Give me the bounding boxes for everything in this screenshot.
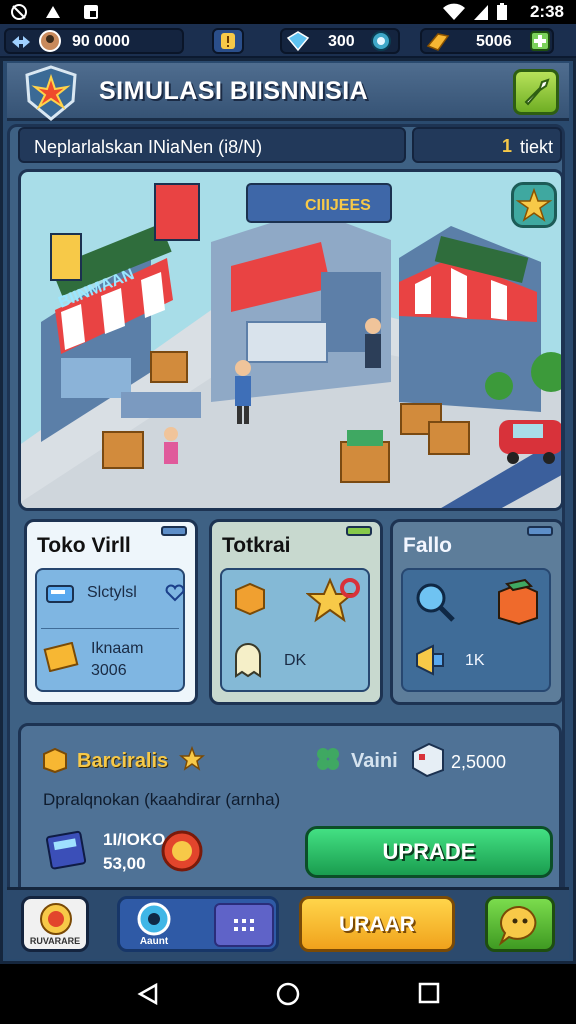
shop-card-fallo[interactable]: Fallo 1K: [390, 519, 564, 705]
ticket-unit: tiekt: [520, 137, 554, 157]
card-title: Toko Virll: [37, 534, 131, 557]
card-value: 1K: [465, 652, 485, 669]
card-tag: [161, 526, 187, 536]
coin-stack-icon: [426, 33, 450, 51]
card-item-label: Slctylsl: [87, 584, 137, 601]
nav-grid-button[interactable]: [214, 903, 274, 947]
business-panel: Neplarlalskan INiaNen (i8/N) 1 tiekt BII…: [7, 124, 565, 944]
card-tag: [346, 526, 372, 536]
clock: 2:38: [529, 2, 564, 21]
resource-hud: 90 0000 300 5006: [0, 24, 576, 58]
card-title: Fallo: [403, 534, 453, 557]
nav-main-action-button[interactable]: URAAR: [299, 896, 455, 952]
delivery-truck-icon: [46, 585, 74, 603]
card-value: DK: [284, 652, 307, 669]
expand-icon: [12, 36, 30, 48]
business-subheader: Neplarlalskan INiaNen (i8/N): [18, 127, 406, 163]
crate-icon: [43, 747, 67, 774]
home-icon[interactable]: [276, 982, 300, 1006]
gems-pill[interactable]: 300: [280, 28, 400, 54]
heart-icon: [165, 584, 185, 602]
alert-icon: [221, 33, 235, 49]
gems-value: 300: [328, 33, 355, 50]
timer-icon: [161, 830, 203, 872]
system-nav-bar: [0, 964, 576, 1024]
main-frame: SIMULASI BIISNNISIA Neplarlalskan INiaNe…: [0, 58, 576, 964]
nav-account-label: Aaunt: [139, 936, 169, 947]
card-tag: [527, 526, 553, 536]
flipboard-icon: [84, 5, 98, 19]
battery-icon: [497, 3, 507, 20]
shop-scene-illustration: BIINMAAN CIIIJEES: [21, 183, 561, 508]
coins-pill[interactable]: 5006: [420, 28, 554, 54]
upgrade-section: Barciralis Vaini 2,5000 Dpralqnokan (kaa…: [18, 723, 562, 905]
calculator-icon: [45, 830, 87, 870]
ghost-icon: [235, 643, 261, 678]
coins-value: 5006: [476, 33, 512, 50]
upgrade-title: Barciralis: [77, 750, 169, 772]
upgrade-cost-line1: 1I/IOKO: [103, 830, 166, 849]
app-notification-icon: [46, 6, 60, 18]
settings-button[interactable]: [513, 69, 559, 115]
target-icon: [40, 903, 72, 935]
recents-icon[interactable]: [418, 982, 440, 1004]
star-icon: [515, 187, 553, 222]
sync-off-icon: [11, 4, 27, 20]
gem-icon: [286, 31, 310, 52]
signal-icon: [474, 5, 488, 20]
alert-badge[interactable]: [212, 28, 244, 54]
avatar: [39, 30, 61, 52]
card-price-label: Iknaam: [91, 640, 144, 657]
card-details: 1K: [401, 568, 551, 692]
price-tag-icon: [43, 642, 79, 672]
upgrade-button[interactable]: UPRADE: [305, 826, 553, 878]
status-bar: 2:38: [0, 0, 576, 24]
star-icon: [179, 746, 205, 771]
nav-account-button[interactable]: Aaunt: [117, 896, 279, 952]
card-title: Totkrai: [222, 534, 291, 557]
shop-scene[interactable]: BIINMAAN CIIIJEES: [18, 169, 564, 511]
compass-icon: [137, 902, 171, 936]
box-icon: [498, 578, 538, 626]
add-coins-icon: [530, 31, 550, 51]
shop-card-totkrai[interactable]: Totkrai DK: [209, 519, 383, 705]
page-title: SIMULASI BIISNNISIA: [99, 77, 369, 105]
card-details: DK: [220, 568, 370, 692]
wifi-icon: [443, 3, 465, 20]
chat-bubble-icon: [498, 905, 537, 946]
cash-register-icon: [412, 742, 444, 778]
grid-icon: [234, 919, 254, 931]
clover-icon: [317, 748, 339, 770]
card-divider: [41, 628, 179, 629]
add-gems-icon: [371, 31, 391, 51]
back-icon[interactable]: [136, 982, 160, 1006]
shop-card-toko-virll[interactable]: Toko Virll Slctylsl Iknaam 3006: [24, 519, 198, 705]
business-emblem-icon: [25, 65, 77, 121]
player-stat-value: 90 0000: [72, 33, 130, 50]
bottom-nav: RUVARARE Aaunt URAAR: [7, 887, 569, 959]
star-pin-icon: [306, 577, 360, 623]
card-price-value: 3006: [91, 662, 127, 679]
favorite-button[interactable]: [511, 182, 557, 228]
title-bar: SIMULASI BIISNNISIA: [7, 63, 569, 121]
nav-shop-label: RUVARARE: [29, 936, 81, 946]
nav-shop-button[interactable]: RUVARARE: [21, 896, 89, 952]
upgrade-description: Dpralqnokan (kaahdirar (arnha): [43, 790, 281, 809]
megaphone-icon: [416, 644, 444, 676]
player-stat-pill[interactable]: 90 0000: [4, 28, 184, 54]
value-amount: 2,5000: [451, 752, 507, 772]
subheader-label: Neplarlalskan INiaNen (i8/N): [34, 137, 263, 157]
nav-chat-button[interactable]: [485, 896, 555, 952]
ticket-counter: 1 tiekt: [412, 127, 562, 163]
center-stall-sign: CIIIJEES: [305, 197, 371, 214]
ticket-count: 1: [502, 136, 513, 156]
value-label: Vaini: [351, 750, 398, 772]
package-icon: [235, 582, 265, 616]
magnifier-icon: [416, 583, 455, 622]
wrench-icon: [524, 78, 550, 106]
nav-main-label: URAAR: [339, 913, 415, 936]
card-details: Slctylsl Iknaam 3006: [35, 568, 185, 692]
upgrade-cost-line2: 53,00: [103, 854, 146, 873]
